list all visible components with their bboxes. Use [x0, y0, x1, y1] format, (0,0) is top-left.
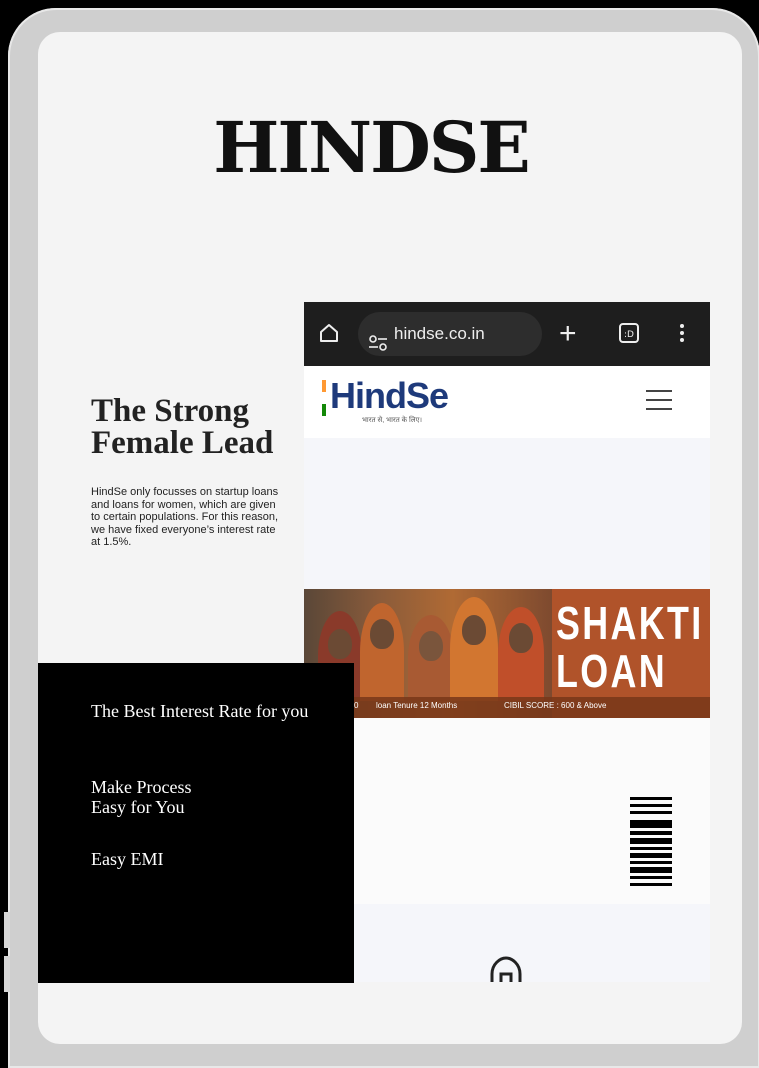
- site-header: HindSe भारत से, भारत के लिए।: [304, 366, 710, 438]
- tune-icon[interactable]: [368, 325, 388, 369]
- plus-icon[interactable]: +: [559, 319, 577, 349]
- address-bar[interactable]: hindse.co.in: [358, 312, 542, 356]
- banner-strip-item: 0: [354, 701, 359, 710]
- svg-text::D: :D: [624, 330, 634, 340]
- feature-interest-rate: The Best Interest Rate for you: [91, 701, 309, 721]
- more-vert-icon[interactable]: [678, 322, 686, 349]
- features-card: The Best Interest Rate for you Make Proc…: [38, 663, 354, 983]
- feature-easy-emi: Easy EMI: [91, 849, 164, 869]
- banner-title: SHAKTI LOAN: [556, 599, 704, 695]
- feature-easy-process: Make Process Easy for You: [91, 777, 191, 817]
- feature-easy-process-line2: Easy for You: [91, 797, 185, 817]
- hero-headline-line1: The Strong: [91, 393, 250, 429]
- barcode-graphic: [630, 797, 672, 886]
- tab-switcher-icon[interactable]: :D: [618, 322, 640, 349]
- home-icon[interactable]: [486, 952, 526, 982]
- hindse-logo[interactable]: HindSe भारत से, भारत के लिए।: [322, 376, 462, 426]
- banner-info-strip: 0 loan Tenure 12 Months CIBIL SCORE : 60…: [304, 697, 710, 718]
- hero-headline: The Strong Female Lead: [91, 393, 311, 461]
- tablet-side-button: [4, 956, 10, 992]
- home-icon[interactable]: [318, 322, 340, 349]
- url-text[interactable]: hindse.co.in: [394, 312, 485, 356]
- browser-toolbar: hindse.co.in + :D: [304, 302, 710, 366]
- banner-title-line2: LOAN: [556, 645, 668, 697]
- banner-strip-item: loan Tenure 12 Months: [376, 701, 458, 710]
- banner-title-line1: SHAKTI: [556, 597, 704, 649]
- hamburger-icon[interactable]: [646, 390, 672, 417]
- tablet-screen: HINDSE The Strong Female Lead HindSe onl…: [38, 32, 742, 1044]
- banner-strip-item: CIBIL SCORE : 600 & Above: [504, 701, 607, 710]
- brand-title: HINDSE: [213, 106, 530, 189]
- logo-tagline: भारत से, भारत के लिए।: [362, 417, 423, 424]
- tablet-side-button: [4, 912, 10, 948]
- shakti-loan-banner[interactable]: SHAKTI LOAN 0 loan Tenure 12 Months CIBI…: [304, 589, 710, 718]
- flag-stripe: [322, 380, 326, 416]
- hero-description: HindSe only focusses on startup loans an…: [91, 486, 279, 548]
- logo-text: HindSe: [330, 375, 449, 416]
- feature-easy-process-line1: Make Process: [91, 777, 192, 797]
- hero-headline-line2: Female Lead: [91, 425, 274, 461]
